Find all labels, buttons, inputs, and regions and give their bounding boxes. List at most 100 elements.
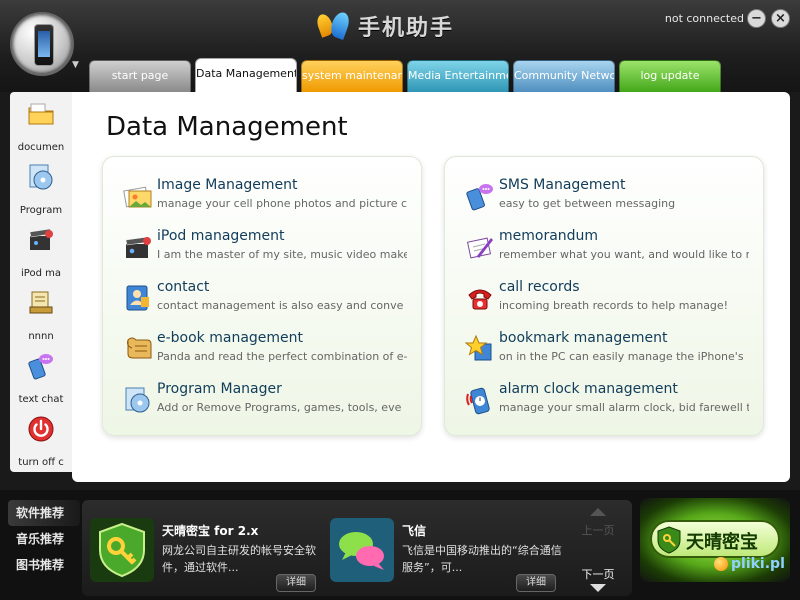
- function-description: remember what you want, and would like t…: [499, 248, 749, 261]
- main-tabs: start page Data Management system mainte…: [89, 58, 721, 92]
- tab-log-update[interactable]: log update: [619, 60, 721, 92]
- device-button[interactable]: [10, 12, 74, 76]
- category-books[interactable]: 图书推荐: [8, 552, 80, 578]
- clapperboard-icon: [125, 236, 151, 258]
- tab-data-management[interactable]: Data Management: [195, 58, 297, 92]
- recommendation-categories: 软件推荐 音乐推荐 图书推荐: [8, 500, 80, 578]
- promo-description: 网龙公司自主研发的帐号安全软件，通过软件...: [162, 544, 316, 574]
- fetion-chat-icon: [330, 518, 394, 582]
- device-menu-arrow-icon[interactable]: ▼: [72, 60, 79, 70]
- arrow-down-icon[interactable]: [590, 584, 606, 592]
- function-title: iPod management: [157, 228, 285, 244]
- category-music[interactable]: 音乐推荐: [8, 526, 80, 552]
- sidebar-item-label: Program: [19, 205, 63, 216]
- banner-badge: 天晴密宝: [650, 520, 780, 558]
- sidebar-item-ipod[interactable]: iPod ma: [10, 218, 72, 281]
- sidebar-item-programs[interactable]: Program: [10, 155, 72, 218]
- function-title: e-book management: [157, 330, 304, 346]
- ebook-management-item[interactable]: e-book management Panda and read the per…: [123, 330, 413, 370]
- watermark-logo-icon: [714, 557, 728, 571]
- function-title: Program Manager: [157, 381, 282, 397]
- iphone-icon: [34, 24, 54, 66]
- program-disc-icon: [29, 164, 53, 190]
- watermark: pliki.pl: [714, 556, 785, 572]
- memorandum-item[interactable]: memorandum remember what you want, and w…: [465, 228, 755, 268]
- function-title: SMS Management: [499, 177, 626, 193]
- page-title: Data Management: [106, 112, 348, 142]
- minimize-button[interactable]: −: [747, 9, 766, 28]
- promo-pager: 上一页 下一页: [570, 508, 626, 592]
- sidebar-item-label: documen: [17, 142, 65, 153]
- red-telephone-icon: [468, 289, 492, 310]
- scroll-book-icon: [127, 337, 152, 359]
- function-title: call records: [499, 279, 580, 295]
- function-description: easy to get between messaging: [499, 197, 676, 210]
- sms-phone-icon: [466, 184, 493, 211]
- function-description: I am the master of my site, music video …: [157, 248, 407, 261]
- sidebar-item-label: nnnn: [28, 331, 54, 342]
- promo-title: 飞信: [402, 524, 427, 538]
- sidebar-item-label: text chat: [18, 394, 64, 405]
- tab-community-network[interactable]: Community Network: [513, 60, 615, 92]
- alarm-clock-management-item[interactable]: alarm clock management manage your small…: [465, 381, 755, 421]
- promo-panel: 天晴密宝 for 2.x 网龙公司自主研发的帐号安全软件，通过软件... 详细 …: [82, 500, 632, 596]
- function-description: Add or Remove Programs, games, tools, ev…: [157, 401, 402, 414]
- function-description: contact management is also easy and conv…: [157, 299, 404, 312]
- data-management-panel: Data Management Image Management manage …: [72, 92, 790, 482]
- image-management-item[interactable]: Image Management manage your cell phone …: [123, 177, 413, 217]
- alarm-clock-icon: [466, 387, 490, 415]
- recommendation-bar: 软件推荐 音乐推荐 图书推荐 天晴密宝 for 2.x 网龙公司自主研发的帐号安…: [0, 490, 800, 600]
- sidebar: documen Program iPod ma nnnn text chat t…: [10, 92, 72, 472]
- chat-bubble-icon: [28, 354, 53, 380]
- watermark-text: pliki.pl: [731, 556, 785, 572]
- call-records-item[interactable]: call records incoming breath records to …: [465, 279, 755, 319]
- function-description: manage your cell phone photos and pictur…: [157, 197, 407, 210]
- function-group-left: Image Management manage your cell phone …: [102, 156, 422, 436]
- sms-management-item[interactable]: SMS Management easy to get between messa…: [465, 177, 755, 217]
- sidebar-item-label: iPod ma: [21, 268, 61, 279]
- power-icon: [28, 416, 54, 442]
- folder-icon: [28, 103, 54, 125]
- function-title: memorandum: [499, 228, 599, 244]
- category-software[interactable]: 软件推荐: [8, 500, 80, 526]
- sidebar-item-text-chat[interactable]: text chat: [10, 344, 72, 407]
- bookmark-management-item[interactable]: bookmark management on in the PC can eas…: [465, 330, 755, 370]
- shield-key-icon: [657, 526, 681, 554]
- promo-title: 天晴密宝 for 2.x: [162, 524, 259, 538]
- function-description: incoming breath records to help manage!: [499, 299, 729, 312]
- promo-details-button[interactable]: 详细: [276, 574, 316, 592]
- function-group-right: SMS Management easy to get between messa…: [444, 156, 764, 436]
- sidebar-item-turn-off[interactable]: turn off c: [10, 407, 72, 470]
- tab-system-maintenance[interactable]: system maintenance: [301, 60, 403, 92]
- function-description: Panda and read the perfect combination o…: [157, 350, 407, 363]
- photos-icon: [123, 186, 152, 208]
- connection-status: not connected: [664, 12, 744, 25]
- function-description: manage your small alarm clock, bid farew…: [499, 401, 749, 414]
- sidebar-item-documents[interactable]: documen: [10, 92, 72, 155]
- promo-item[interactable]: 天晴密宝 for 2.x 网龙公司自主研发的帐号安全软件，通过软件... 详细: [90, 518, 322, 592]
- logo-icon: [314, 10, 352, 42]
- promo-item[interactable]: 飞信 飞信是中国移动推出的“综合通信服务”，可... 详细: [330, 518, 562, 592]
- program-manager-item[interactable]: Program Manager Add or Remove Programs, …: [123, 381, 413, 421]
- app-title: 手机助手: [358, 16, 455, 41]
- program-disc-icon: [125, 387, 150, 413]
- promo-details-button[interactable]: 详细: [516, 574, 556, 592]
- tab-media-entertainment[interactable]: Media Entertainment: [407, 60, 509, 92]
- ipod-management-item[interactable]: iPod management I am the master of my si…: [123, 228, 413, 268]
- previous-page-button[interactable]: 上一页: [570, 522, 626, 538]
- next-page-button[interactable]: 下一页: [570, 566, 626, 582]
- function-title: alarm clock management: [499, 381, 678, 397]
- promo-description: 飞信是中国移动推出的“综合通信服务”，可...: [402, 544, 562, 574]
- sidebar-item-books[interactable]: nnnn: [10, 281, 72, 344]
- star-bookmark-icon: [465, 334, 492, 361]
- function-title: Image Management: [157, 177, 298, 193]
- book-stack-icon: [29, 291, 53, 314]
- contact-item[interactable]: contact contact management is also easy …: [123, 279, 413, 319]
- arrow-up-icon[interactable]: [590, 508, 606, 516]
- contact-card-icon: [126, 285, 149, 311]
- tab-start-page[interactable]: start page: [89, 60, 191, 92]
- clapperboard-icon: [29, 228, 53, 250]
- function-description: on in the PC can easily manage the iPhon…: [499, 350, 744, 363]
- function-title: contact: [157, 279, 210, 295]
- close-button[interactable]: ×: [771, 9, 790, 28]
